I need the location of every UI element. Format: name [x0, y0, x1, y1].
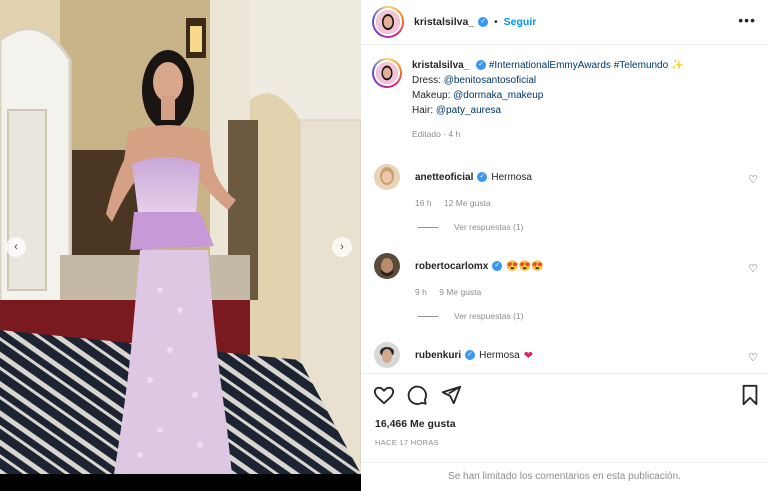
- view-replies-label: Ver respuestas (1): [454, 222, 524, 232]
- bookmark-icon[interactable]: [739, 384, 761, 406]
- sparkles-emoji: ✨: [670, 60, 684, 71]
- makeup-handle-link[interactable]: @dormaka_makeup: [453, 90, 543, 101]
- comment-item: anetteoficial ✓ Hermosa ♡ 16 h 12 Me gus…: [374, 164, 764, 232]
- view-replies-button[interactable]: Ver respuestas (1): [418, 222, 764, 232]
- comment-like-heart-icon[interactable]: ♡: [748, 351, 758, 364]
- header-separator: •: [494, 16, 498, 28]
- caption-body: kristalsilva_ ✓ #InternationalEmmyAwards…: [412, 58, 683, 142]
- chevron-right-icon: ›: [340, 241, 344, 253]
- comment-likes[interactable]: 9 Me gusta: [439, 287, 481, 297]
- share-icon[interactable]: [440, 384, 462, 406]
- verified-badge-icon: ✓: [477, 172, 488, 182]
- post-photo[interactable]: ‹ ›: [0, 0, 361, 474]
- makeup-label: Makeup:: [412, 90, 451, 101]
- commenter-avatar[interactable]: [374, 253, 400, 279]
- comments-limited-notice: Se han limitado los comentarios en esta …: [361, 462, 768, 491]
- chevron-left-icon: ‹: [14, 241, 18, 253]
- comment-item: robertocarlomx ✓ 😍😍😍 ♡ 9 h 9 Me gusta Ve…: [374, 253, 764, 321]
- photo-letterbox: [0, 474, 361, 491]
- commenter-username[interactable]: robertocarlomx: [415, 261, 488, 272]
- post-caption: kristalsilva_ ✓ #InternationalEmmyAwards…: [372, 58, 762, 142]
- comment-text: Hermosa: [479, 349, 520, 361]
- verified-badge-icon: ✓: [465, 350, 476, 360]
- heart-icon[interactable]: [373, 384, 395, 406]
- comment-text: Hermosa: [491, 171, 532, 183]
- likes-count[interactable]: 16,466 Me gusta: [375, 418, 456, 430]
- dress-label: Dress:: [412, 75, 441, 86]
- red-heart-emoji: ❤: [523, 349, 533, 362]
- verified-badge-icon: ✓: [492, 261, 503, 271]
- post-actions-bar: [361, 373, 768, 413]
- caption-hashtags[interactable]: #InternationalEmmyAwards #Telemundo: [489, 60, 668, 71]
- caption-avatar[interactable]: [372, 58, 402, 88]
- comment-text: 😍😍😍: [506, 260, 544, 272]
- verified-badge-icon: ✓: [478, 17, 489, 27]
- comment-time: 9 h: [415, 287, 427, 297]
- caption-meta: Editado · 4 h: [412, 129, 461, 139]
- comment-time: 16 h: [415, 198, 432, 208]
- more-options-icon[interactable]: •••: [738, 12, 756, 28]
- follow-button[interactable]: Seguir: [504, 16, 537, 28]
- view-replies-button[interactable]: Ver respuestas (1): [418, 311, 764, 321]
- comment-meta: 16 h 12 Me gusta: [415, 198, 764, 208]
- post-timestamp: HACE 17 HORAS: [375, 438, 439, 447]
- author-username[interactable]: kristalsilva_: [414, 16, 474, 28]
- comment-item: rubenkuri ✓ Hermosa ❤ ♡: [374, 342, 764, 368]
- comment-meta: 9 h 9 Me gusta: [415, 287, 764, 297]
- hair-handle-link[interactable]: @paty_auresa: [436, 105, 501, 116]
- next-photo-button[interactable]: ›: [332, 237, 352, 257]
- post-header: kristalsilva_ ✓ • Seguir •••: [361, 0, 768, 45]
- instagram-post: ‹ › kristalsilva_ ✓ • Seguir ••• kristal…: [0, 0, 768, 491]
- prev-photo-button[interactable]: ‹: [6, 237, 26, 257]
- caption-username[interactable]: kristalsilva_: [412, 60, 469, 71]
- commenter-username[interactable]: rubenkuri: [415, 350, 461, 361]
- verified-badge-icon: ✓: [476, 60, 487, 71]
- commenter-avatar[interactable]: [374, 164, 400, 190]
- comment-icon[interactable]: [406, 384, 428, 406]
- commenter-username[interactable]: anetteoficial: [415, 172, 473, 183]
- commenter-avatar[interactable]: [374, 342, 400, 368]
- photo-image: [0, 0, 361, 474]
- view-replies-label: Ver respuestas (1): [454, 311, 524, 321]
- author-avatar[interactable]: [372, 6, 404, 38]
- dress-handle-link[interactable]: @benitosantosoficial: [444, 75, 536, 86]
- comment-like-heart-icon[interactable]: ♡: [748, 173, 758, 186]
- comment-like-heart-icon[interactable]: ♡: [748, 262, 758, 275]
- comment-likes[interactable]: 12 Me gusta: [444, 198, 491, 208]
- hair-label: Hair:: [412, 105, 434, 116]
- post-details-panel: kristalsilva_ ✓ • Seguir ••• kristalsilv…: [361, 0, 768, 491]
